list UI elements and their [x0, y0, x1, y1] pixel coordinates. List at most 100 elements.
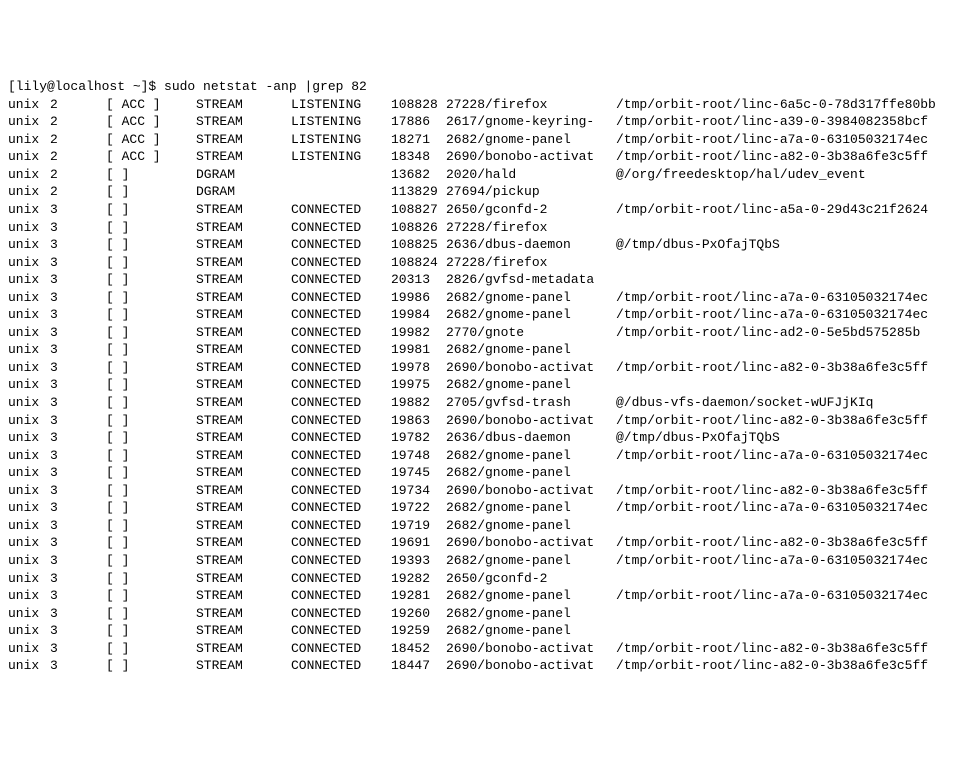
netstat-row: unix3[ ]STREAMCONNECTED197222682/gnome-p…	[8, 499, 971, 517]
col-state: CONNECTED	[291, 376, 391, 394]
col-flags: [ ]	[106, 254, 196, 272]
col-path: /tmp/orbit-root/linc-a7a-0-63105032174ec	[616, 306, 928, 324]
col-flags: [ ]	[106, 622, 196, 640]
col-program: 2682/gnome-panel	[446, 587, 616, 605]
col-type: STREAM	[196, 640, 291, 658]
netstat-row: unix3[ ]STREAMCONNECTED197822636/dbus-da…	[8, 429, 971, 447]
col-inode: 19882	[391, 394, 446, 412]
netstat-row: unix3[ ]STREAMCONNECTED192592682/gnome-p…	[8, 622, 971, 640]
col-program: 2682/gnome-panel	[446, 464, 616, 482]
netstat-row: unix3[ ]STREAMCONNECTED199842682/gnome-p…	[8, 306, 971, 324]
col-flags: [ ]	[106, 166, 196, 184]
col-proto: unix	[8, 341, 50, 359]
col-state: CONNECTED	[291, 254, 391, 272]
col-path: /tmp/orbit-root/linc-a5a-0-29d43c21f2624	[616, 201, 928, 219]
netstat-row: unix3[ ]STREAMCONNECTED197192682/gnome-p…	[8, 517, 971, 535]
col-refcnt: 3	[50, 499, 106, 517]
col-path: /tmp/orbit-root/linc-a82-0-3b38a6fe3c5ff	[616, 657, 928, 675]
shell-prompt: [lily@localhost ~]$ sudo netstat -anp |g…	[8, 79, 367, 94]
col-flags: [ ]	[106, 605, 196, 623]
col-program: 2682/gnome-panel	[446, 552, 616, 570]
col-inode: 17886	[391, 113, 446, 131]
col-path: /tmp/orbit-root/linc-a7a-0-63105032174ec	[616, 447, 928, 465]
col-flags: [ ]	[106, 306, 196, 324]
col-proto: unix	[8, 183, 50, 201]
col-flags: [ ]	[106, 552, 196, 570]
netstat-row: unix3[ ]STREAMCONNECTED10882427228/firef…	[8, 254, 971, 272]
netstat-row: unix3[ ]STREAMCONNECTED197452682/gnome-p…	[8, 464, 971, 482]
col-proto: unix	[8, 166, 50, 184]
col-refcnt: 3	[50, 605, 106, 623]
col-inode: 19260	[391, 605, 446, 623]
col-inode: 20313	[391, 271, 446, 289]
netstat-row: unix3[ ]STREAMCONNECTED192812682/gnome-p…	[8, 587, 971, 605]
col-inode: 19982	[391, 324, 446, 342]
col-program: 2682/gnome-panel	[446, 605, 616, 623]
col-flags: [ ]	[106, 587, 196, 605]
col-proto: unix	[8, 429, 50, 447]
col-path: @/tmp/dbus-PxOfajTQbS	[616, 236, 780, 254]
col-state: CONNECTED	[291, 359, 391, 377]
col-state: CONNECTED	[291, 289, 391, 307]
col-flags: [ ]	[106, 376, 196, 394]
col-proto: unix	[8, 236, 50, 254]
col-inode: 108828	[391, 96, 446, 114]
terminal-output[interactable]: [lily@localhost ~]$ sudo netstat -anp |g…	[8, 78, 971, 675]
col-state: CONNECTED	[291, 271, 391, 289]
col-type: STREAM	[196, 447, 291, 465]
col-state: CONNECTED	[291, 447, 391, 465]
col-proto: unix	[8, 657, 50, 675]
col-proto: unix	[8, 534, 50, 552]
col-flags: [ ]	[106, 219, 196, 237]
col-flags: [ ]	[106, 183, 196, 201]
col-program: 2705/gvfsd-trash	[446, 394, 616, 412]
col-state: CONNECTED	[291, 412, 391, 430]
col-refcnt: 2	[50, 183, 106, 201]
col-refcnt: 3	[50, 254, 106, 272]
col-refcnt: 3	[50, 376, 106, 394]
col-proto: unix	[8, 622, 50, 640]
col-program: 2690/bonobo-activat	[446, 482, 616, 500]
col-inode: 19745	[391, 464, 446, 482]
col-program: 2650/gconfd-2	[446, 570, 616, 588]
col-flags: [ ]	[106, 324, 196, 342]
col-proto: unix	[8, 324, 50, 342]
col-proto: unix	[8, 517, 50, 535]
col-path: /tmp/orbit-root/linc-a82-0-3b38a6fe3c5ff	[616, 534, 928, 552]
col-type: STREAM	[196, 570, 291, 588]
col-program: 2682/gnome-panel	[446, 499, 616, 517]
col-path: /tmp/orbit-root/linc-a7a-0-63105032174ec	[616, 552, 928, 570]
col-inode: 19282	[391, 570, 446, 588]
col-flags: [ ACC ]	[106, 148, 196, 166]
netstat-row: unix3[ ]STREAMCONNECTED197482682/gnome-p…	[8, 447, 971, 465]
col-flags: [ ]	[106, 289, 196, 307]
col-refcnt: 3	[50, 306, 106, 324]
col-path: /tmp/orbit-root/linc-a82-0-3b38a6fe3c5ff	[616, 482, 928, 500]
col-type: DGRAM	[196, 183, 291, 201]
col-type: STREAM	[196, 429, 291, 447]
col-flags: [ ]	[106, 271, 196, 289]
col-proto: unix	[8, 131, 50, 149]
col-refcnt: 2	[50, 96, 106, 114]
netstat-row: unix3[ ]STREAMCONNECTED198632690/bonobo-…	[8, 412, 971, 430]
col-refcnt: 2	[50, 166, 106, 184]
col-refcnt: 3	[50, 289, 106, 307]
col-proto: unix	[8, 499, 50, 517]
col-flags: [ ]	[106, 464, 196, 482]
col-refcnt: 3	[50, 394, 106, 412]
col-type: DGRAM	[196, 166, 291, 184]
col-type: STREAM	[196, 499, 291, 517]
col-flags: [ ]	[106, 429, 196, 447]
col-type: STREAM	[196, 376, 291, 394]
col-state: CONNECTED	[291, 482, 391, 500]
col-program: 2690/bonobo-activat	[446, 359, 616, 377]
col-path: /tmp/orbit-root/linc-a39-0-3984082358bcf	[616, 113, 928, 131]
col-refcnt: 3	[50, 587, 106, 605]
col-proto: unix	[8, 201, 50, 219]
col-inode: 108827	[391, 201, 446, 219]
col-path: @/dbus-vfs-daemon/socket-wUFJjKIq	[616, 394, 873, 412]
col-refcnt: 3	[50, 359, 106, 377]
col-proto: unix	[8, 96, 50, 114]
col-inode: 19984	[391, 306, 446, 324]
col-refcnt: 3	[50, 517, 106, 535]
